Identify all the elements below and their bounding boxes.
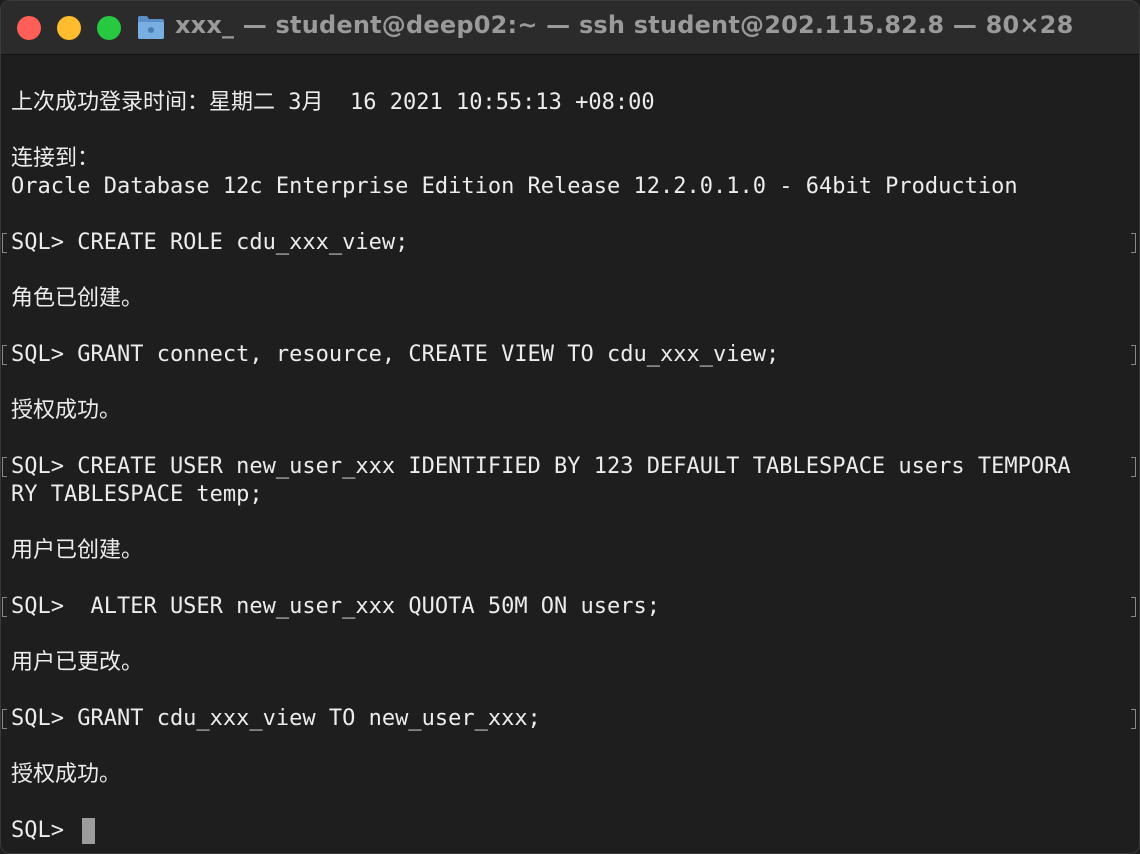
terminal-line-create-user: SQL> CREATE USER new_user_xxx IDENTIFIED… [11, 454, 1071, 479]
terminal-line-alter-user: SQL> ALTER USER new_user_xxx QUOTA 50M O… [11, 594, 661, 619]
text-cursor [82, 818, 95, 844]
terminal-line-create-user-cont: RY TABLESPACE temp; [11, 482, 263, 507]
mark-left-bracket [2, 345, 7, 365]
mark-left-bracket [2, 709, 7, 729]
terminal-line-oracle-version: Oracle Database 12c Enterprise Edition R… [11, 174, 1018, 199]
folder-icon [138, 16, 164, 39]
minimize-button[interactable] [57, 16, 81, 40]
mark-left-bracket [2, 457, 7, 477]
mark-right-bracket [1131, 345, 1136, 365]
mark-right-bracket [1131, 597, 1136, 617]
close-button[interactable] [17, 16, 41, 40]
mark-left-bracket [2, 233, 7, 253]
terminal-line-role-created: 角色已创建。 [11, 286, 144, 311]
terminal-line-grant-success: 授权成功。 [11, 398, 122, 423]
terminal-prompt[interactable]: SQL> [11, 817, 77, 845]
terminal-line-connected-to: 连接到： [11, 146, 100, 171]
terminal-line-user-created: 用户已创建。 [11, 538, 144, 563]
maximize-button[interactable] [97, 16, 121, 40]
terminal-line-last-login: 上次成功登录时间：星期二 3月 16 2021 10:55:13 +08:00 [11, 90, 655, 115]
mark-right-bracket [1131, 457, 1136, 477]
title-bar[interactable]: xxx_ — student@deep02:~ — ssh student@20… [1, 1, 1139, 55]
mark-right-bracket [1131, 233, 1136, 253]
terminal-line-grant-connect: SQL> GRANT connect, resource, CREATE VIE… [11, 342, 780, 367]
terminal-line-create-role: SQL> CREATE ROLE cdu_xxx_view; [11, 230, 409, 255]
window-title: xxx_ — student@deep02:~ — ssh student@20… [175, 11, 1074, 39]
terminal-line-grant-success-2: 授权成功。 [11, 762, 122, 787]
mark-right-bracket [1131, 709, 1136, 729]
mark-left-bracket [2, 597, 7, 617]
terminal-line-user-altered: 用户已更改。 [11, 650, 144, 675]
terminal-window: xxx_ — student@deep02:~ — ssh student@20… [0, 0, 1140, 854]
terminal-content[interactable]: 上次成功登录时间：星期二 3月 16 2021 10:55:13 +08:00 … [1, 55, 1139, 853]
terminal-line-grant-role: SQL> GRANT cdu_xxx_view TO new_user_xxx; [11, 706, 541, 731]
